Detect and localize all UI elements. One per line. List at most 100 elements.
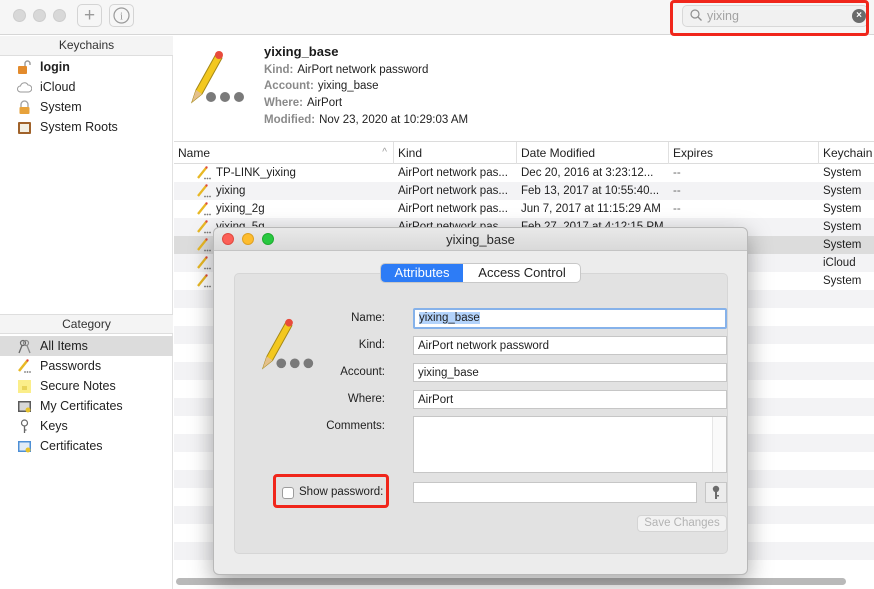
sidebar-item-keys[interactable]: Keys [0, 416, 173, 436]
dialog-close-button[interactable] [222, 233, 234, 245]
window-minimize-button[interactable] [33, 9, 46, 22]
item-title: yixing_base [264, 44, 339, 59]
note-icon [18, 380, 31, 393]
password-item-icon [190, 51, 244, 104]
sort-ascending-icon: ^ [382, 147, 387, 158]
where-label: Where: [347, 393, 385, 405]
key-icon [20, 419, 29, 433]
detail-where: Where: AirPort [264, 97, 343, 109]
toolbar: + i × [0, 0, 874, 36]
account-label: Account: [340, 366, 385, 378]
cell-kind: AirPort network pas... [398, 185, 508, 197]
kind-field[interactable] [413, 336, 727, 355]
add-item-button[interactable]: + [77, 4, 102, 27]
dialog-titlebar: yixing_base [214, 228, 747, 251]
svg-text:i: i [120, 11, 123, 23]
cabinet-icon [18, 122, 31, 134]
save-changes-button[interactable]: Save Changes [637, 515, 727, 532]
plus-icon: + [83, 5, 96, 26]
search-highlight-annotation [670, 0, 869, 36]
cell-keychain: System [823, 275, 862, 287]
cell-kind: AirPort network pas... [398, 203, 508, 215]
cell-date-modified: Dec 20, 2016 at 3:23:12... [521, 167, 654, 179]
cell-name: yixing [216, 185, 246, 197]
sidebar-item-system[interactable]: System [0, 97, 173, 117]
cell-expires: -- [673, 167, 681, 179]
cell-expires: -- [673, 203, 681, 215]
password-item-icon [197, 238, 211, 252]
sidebar-item-login[interactable]: login [0, 57, 173, 77]
pencil-icon [18, 359, 31, 373]
password-assistant-button[interactable] [705, 482, 727, 503]
certificate-icon [18, 441, 31, 453]
cell-keychain: System [823, 167, 862, 179]
comments-field[interactable] [413, 416, 727, 473]
category-header: Category [0, 314, 173, 334]
info-button[interactable]: i [109, 4, 134, 27]
table-row[interactable]: yixing AirPort network pas... Feb 13, 2017… [174, 182, 874, 200]
password-item-icon [197, 220, 211, 234]
column-header-expires[interactable]: Expires [669, 142, 819, 164]
password-field[interactable] [413, 482, 697, 503]
password-item-icon [197, 256, 211, 270]
kind-label: Kind: [358, 339, 385, 351]
cloud-icon [17, 82, 32, 93]
padlock-icon [19, 100, 30, 114]
comments-scrollbar[interactable] [712, 417, 726, 472]
item-info-dialog: yixing_base Attributes Access Control Na… [213, 227, 748, 575]
detail-modified: Modified: Nov 23, 2020 at 10:29:03 AM [264, 114, 469, 126]
info-icon: i [113, 7, 130, 24]
sidebar-item-secure-notes[interactable]: Secure Notes [0, 376, 173, 396]
sidebar: Keychains login iCloud System System Roo… [0, 36, 173, 589]
window-zoom-button[interactable] [53, 9, 66, 22]
password-item-icon [197, 202, 211, 216]
where-field[interactable] [413, 390, 727, 409]
cell-kind: AirPort network pas... [398, 167, 508, 179]
account-field[interactable] [413, 363, 727, 382]
password-item-icon [197, 166, 211, 180]
keys-icon [18, 339, 31, 354]
detail-kind: Kind: AirPort network password [264, 64, 429, 76]
keychains-header: Keychains [0, 36, 173, 56]
column-header-date-modified[interactable]: Date Modified [517, 142, 669, 164]
sidebar-item-all-items[interactable]: All Items [0, 336, 173, 356]
password-item-icon [197, 274, 211, 288]
cell-expires: -- [673, 185, 681, 197]
tab-attributes[interactable]: Attributes [381, 264, 463, 282]
cell-keychain: System [823, 221, 862, 233]
sidebar-item-icloud[interactable]: iCloud [0, 77, 173, 97]
cell-name: TP-LINK_yixing [216, 167, 296, 179]
cell-keychain: iCloud [823, 257, 856, 269]
cell-date-modified: Feb 13, 2017 at 10:55:40... [521, 185, 660, 197]
show-password-highlight-annotation [273, 474, 389, 508]
item-detail-header: yixing_base Kind: AirPort network passwor… [174, 36, 874, 141]
dialog-title: yixing_base [446, 232, 515, 247]
password-item-icon [197, 184, 211, 198]
detail-account: Account: yixing_base [264, 80, 379, 92]
tab-access-control[interactable]: Access Control [463, 264, 580, 282]
dialog-zoom-button[interactable] [262, 233, 274, 245]
key-icon [712, 485, 720, 499]
column-header-kind[interactable]: Kind [394, 142, 517, 164]
cell-keychain: System [823, 185, 862, 197]
horizontal-scrollbar[interactable] [176, 578, 846, 585]
unlocked-padlock-icon [18, 60, 31, 74]
sidebar-item-certificates[interactable]: Certificates [0, 436, 173, 456]
sidebar-item-passwords[interactable]: Passwords [0, 356, 173, 376]
table-row[interactable]: yixing_2g AirPort network pas... Jun 7, 20… [174, 200, 874, 218]
tab-segmented-control: Attributes Access Control [380, 263, 581, 283]
column-header-keychain[interactable]: Keychain [819, 142, 874, 164]
attributes-panel: Name: yixing_base Kind: Account: Where: … [234, 273, 728, 554]
dialog-minimize-button[interactable] [242, 233, 254, 245]
certificate-icon [18, 401, 31, 413]
cell-keychain: System [823, 203, 862, 215]
sidebar-item-system-roots[interactable]: System Roots [0, 117, 173, 137]
column-header-name[interactable]: Name ^ [174, 142, 394, 164]
table-header: Name ^ Kind Date Modified Expires Keycha… [174, 141, 874, 164]
window-close-button[interactable] [13, 9, 26, 22]
cell-name: yixing_2g [216, 203, 265, 215]
sidebar-item-my-certificates[interactable]: My Certificates [0, 396, 173, 416]
name-field[interactable]: yixing_base [413, 308, 727, 329]
name-label: Name: [351, 312, 385, 324]
table-row[interactable]: TP-LINK_yixing AirPort network pas... Dec … [174, 164, 874, 182]
